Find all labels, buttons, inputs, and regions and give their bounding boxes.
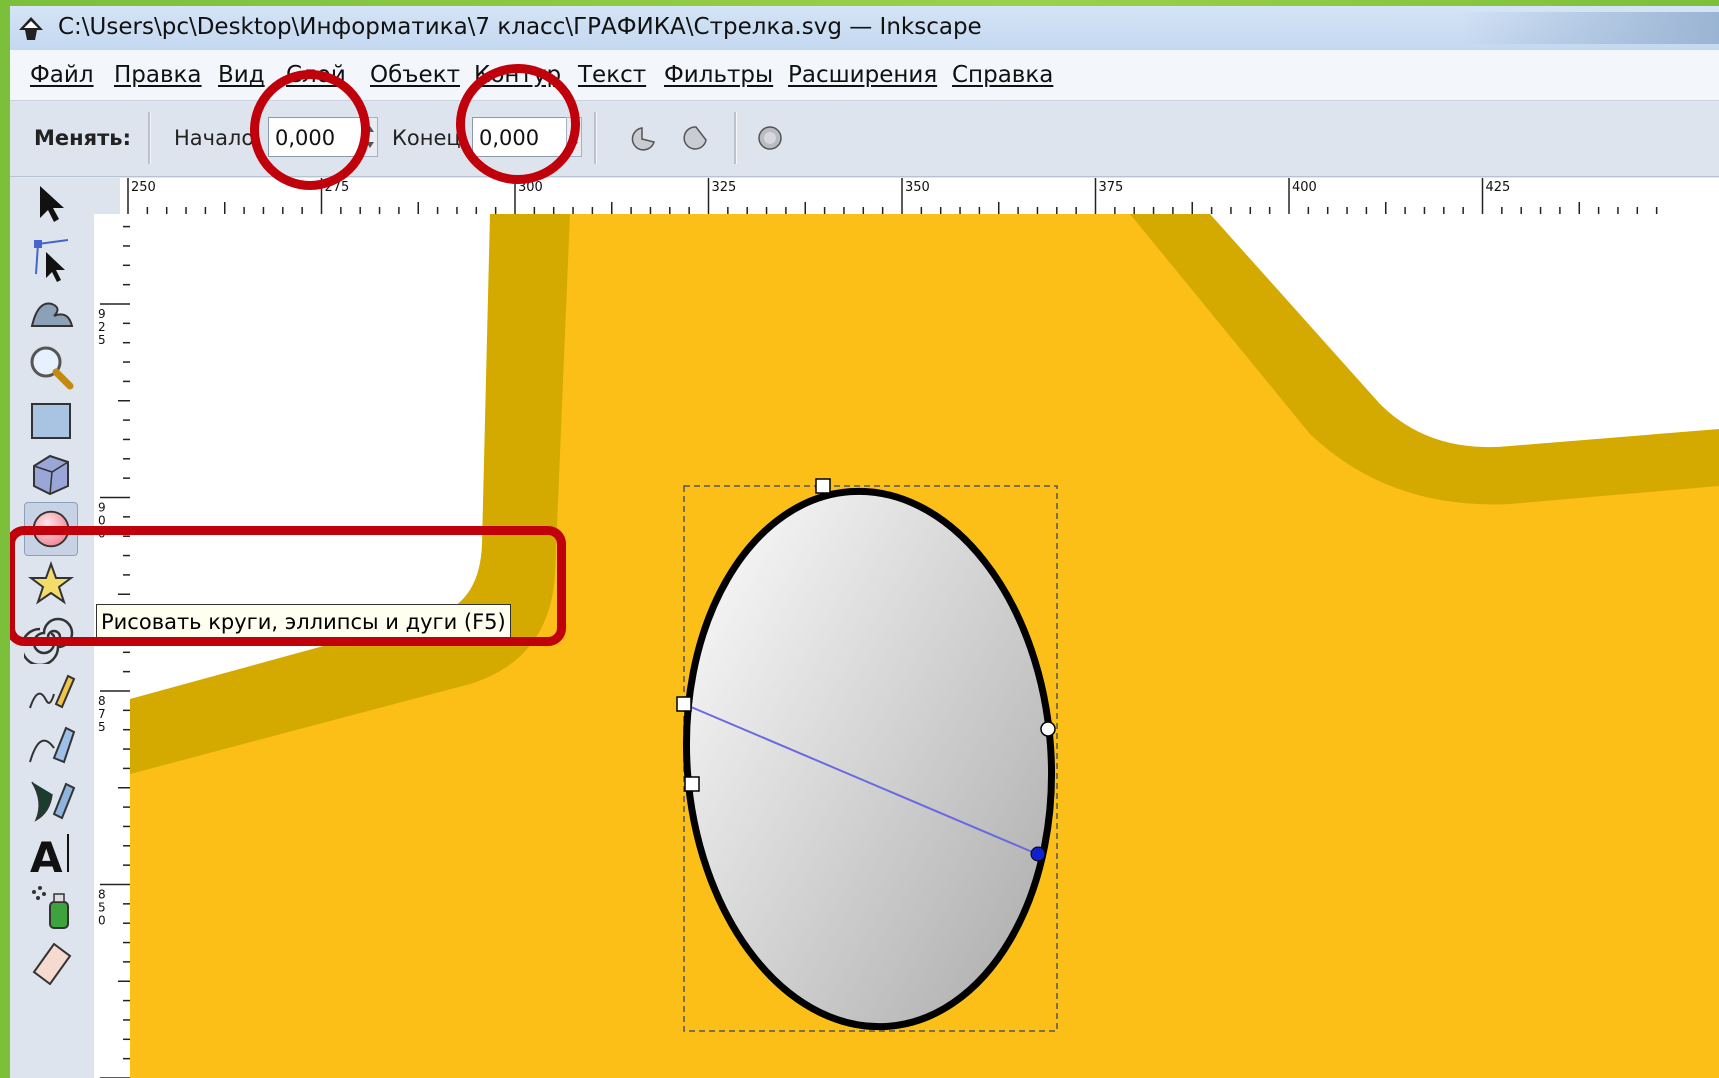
ruler-label: 0 bbox=[98, 914, 106, 928]
arc-pie-icon[interactable] bbox=[680, 122, 712, 154]
gradient-end-handle[interactable] bbox=[1030, 846, 1046, 862]
ruler-label: 7 bbox=[98, 707, 106, 721]
ruler-corner bbox=[94, 178, 120, 214]
selector-arrow-icon[interactable] bbox=[24, 178, 78, 232]
menu-help[interactable]: Справка bbox=[952, 62, 1053, 88]
spray-icon[interactable] bbox=[24, 880, 78, 934]
drawing-canvas[interactable] bbox=[130, 214, 1719, 1078]
zoom-magnifier-icon[interactable] bbox=[24, 340, 78, 394]
menu-view[interactable]: Вид bbox=[218, 62, 265, 88]
menu-file[interactable]: Файл bbox=[30, 62, 94, 88]
arc-start-handle[interactable] bbox=[1040, 721, 1056, 737]
ry-resize-handle[interactable] bbox=[676, 696, 692, 712]
menu-object[interactable]: Объект bbox=[370, 62, 460, 88]
inkscape-logo-icon bbox=[19, 17, 43, 40]
pencil-icon[interactable] bbox=[24, 664, 78, 718]
svg-text:A: A bbox=[30, 833, 63, 880]
canvas-drawing bbox=[130, 214, 1719, 1078]
ruler-label: 9 bbox=[98, 307, 106, 321]
whole-ellipse-icon[interactable] bbox=[754, 122, 786, 154]
calligraphy-icon[interactable] bbox=[24, 772, 78, 826]
eraser-icon[interactable] bbox=[24, 934, 78, 988]
ruler-label: 375 bbox=[1099, 180, 1124, 195]
ruler-label: 325 bbox=[712, 180, 737, 195]
annotation-box-ellipse-tool bbox=[10, 526, 566, 646]
end-label: Конец bbox=[392, 126, 461, 150]
ruler-label: 5 bbox=[98, 333, 106, 347]
gradient-stop-handle[interactable] bbox=[684, 776, 700, 792]
title-bar-controls-area bbox=[1459, 12, 1719, 44]
annotation-circle-start bbox=[250, 70, 370, 190]
annotation-circle-end bbox=[456, 64, 580, 184]
menu-filters[interactable]: Фильтры bbox=[664, 62, 773, 88]
change-label: Менять: bbox=[34, 126, 131, 150]
start-label: Начало bbox=[174, 126, 255, 150]
ruler-label: 425 bbox=[1486, 180, 1511, 195]
horizontal-ruler[interactable]: 250 275 300 325 350 375 400 425 bbox=[120, 178, 1719, 215]
ruler-label: 9 bbox=[98, 501, 106, 515]
text-icon[interactable]: A bbox=[24, 826, 78, 880]
vertical-ruler[interactable]: 925900875850 bbox=[94, 214, 131, 1078]
ruler-label: 2 bbox=[98, 320, 106, 334]
tweak-wave-icon[interactable] bbox=[24, 286, 78, 340]
ruler-label: 8 bbox=[98, 694, 106, 708]
box-3d-icon[interactable] bbox=[24, 448, 78, 502]
window-title: C:\Users\pc\Desktop\Информатика\7 класс\… bbox=[58, 14, 982, 40]
toolbar-separator bbox=[148, 112, 151, 164]
menu-text[interactable]: Текст bbox=[578, 62, 646, 88]
ruler-label: 5 bbox=[98, 901, 106, 915]
toolbar-separator bbox=[594, 112, 597, 164]
arc-segment-icon[interactable] bbox=[628, 122, 660, 154]
menu-extensions[interactable]: Расширения bbox=[788, 62, 937, 88]
ruler-label: 250 bbox=[131, 180, 156, 195]
ruler-label: 350 bbox=[905, 180, 930, 195]
rx-resize-handle[interactable] bbox=[815, 478, 831, 494]
ruler-label: 8 bbox=[98, 888, 106, 902]
menu-edit[interactable]: Правка bbox=[114, 62, 202, 88]
toolbar-separator bbox=[734, 112, 737, 164]
title-bar: C:\Users\pc\Desktop\Информатика\7 класс\… bbox=[10, 6, 1719, 50]
rectangle-icon[interactable] bbox=[24, 394, 78, 448]
inkscape-window: C:\Users\pc\Desktop\Информатика\7 класс\… bbox=[10, 6, 1719, 1078]
ruler-label: 5 bbox=[98, 720, 106, 734]
pen-bezier-icon[interactable] bbox=[24, 718, 78, 772]
node-edit-icon[interactable] bbox=[24, 232, 78, 286]
ruler-label: 400 bbox=[1292, 180, 1317, 195]
